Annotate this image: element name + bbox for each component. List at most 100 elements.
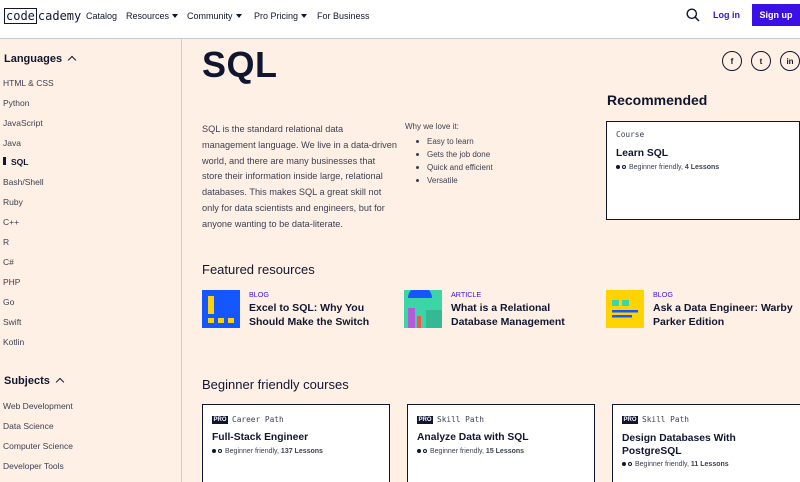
resource-link-data-engineer[interactable]: Ask a Data Engineer: Warby Parker Edition [653, 302, 793, 329]
resource-link-relational-database[interactable]: What is a Relational Database Management [451, 302, 565, 329]
card-title-line: PostgreSQL [622, 446, 682, 457]
sidebar-item-bash-shell[interactable]: Bash/Shell [3, 177, 44, 187]
sidebar-item-python[interactable]: Python [3, 98, 29, 108]
sidebar-item-swift[interactable]: Swift [3, 317, 21, 327]
sidebar-item-web-development[interactable]: Web Development [3, 401, 73, 411]
nav-for-business[interactable]: For Business [317, 11, 370, 21]
card-tag-label: Skill Path [437, 415, 484, 424]
sidebar-item-javascript[interactable]: JavaScript [3, 118, 43, 128]
sidebar-item-sql[interactable]: SQL [11, 157, 28, 167]
card-tag: Course [616, 130, 645, 139]
difficulty-empty-dot-icon [628, 462, 632, 466]
sidebar-item-data-science[interactable]: Data Science [3, 421, 54, 431]
beginner-courses-heading: Beginner friendly courses [202, 377, 349, 392]
resource-kind: BLOG [653, 290, 673, 299]
top-navigation-bar: code cademy Catalog Resources Community … [0, 0, 800, 39]
sidebar-item-ruby[interactable]: Ruby [3, 197, 23, 207]
facebook-share-button[interactable]: f [722, 51, 742, 71]
linkedin-share-button[interactable]: in [780, 51, 800, 71]
facebook-icon: f [730, 56, 734, 66]
difficulty-filled-dot-icon [212, 449, 216, 453]
resource-kind: ARTICLE [451, 290, 482, 299]
why-heading: Why we love it: [405, 122, 459, 131]
nav-pro-pricing-label: Pro Pricing [254, 11, 299, 21]
card-level: Beginner friendly, [225, 448, 279, 455]
card-level: Beginner friendly, [635, 461, 689, 468]
signup-button[interactable]: Sign up [752, 4, 800, 26]
why-item: Easy to learn [405, 135, 493, 148]
card-lessons: 11 Lessons [690, 461, 729, 468]
featured-resources-heading: Featured resources [202, 262, 315, 277]
twitter-icon: t [759, 56, 763, 66]
card-title: Design Databases With PostgreSQL [622, 432, 736, 458]
difficulty-filled-dot-icon [616, 165, 620, 169]
recommended-heading: Recommended [607, 92, 708, 108]
nav-pro-pricing[interactable]: Pro Pricing [254, 11, 308, 21]
pro-badge: PRO [212, 416, 229, 424]
codecademy-logo[interactable]: code cademy [4, 8, 82, 24]
pro-badge: PRO [417, 416, 434, 424]
resource-title-line: Parker Edition [653, 315, 725, 328]
difficulty-filled-dot-icon [622, 462, 626, 466]
logo-cademy-text: cademy [37, 9, 82, 23]
data-engineer-thumbnail[interactable] [606, 290, 644, 328]
languages-toggle[interactable]: Languages [4, 53, 77, 65]
nav-catalog[interactable]: Catalog [86, 11, 117, 21]
card-meta: Beginner friendly, 4 Lessons [616, 164, 719, 171]
subjects-heading: Subjects [4, 375, 50, 387]
card-meta: Beginner friendly, 137 Lessons [212, 448, 323, 455]
why-item: Quick and efficient [405, 161, 493, 174]
sidebar-item-html-css[interactable]: HTML & CSS [3, 78, 54, 88]
resource-title-line: Database Management [451, 315, 565, 328]
nav-community-label: Community [187, 11, 233, 21]
excel-to-sql-thumbnail[interactable] [202, 290, 240, 328]
card-tag: PRO Skill Path [417, 415, 484, 424]
language-description: SQL is the standard relational data mana… [202, 124, 397, 229]
recommended-course-card[interactable]: Course Learn SQL Beginner friendly, 4 Le… [606, 121, 800, 220]
card-meta: Beginner friendly, 15 Lessons [417, 448, 524, 455]
search-icon[interactable] [686, 8, 700, 22]
twitter-share-button[interactable]: t [751, 51, 771, 71]
nav-community[interactable]: Community [187, 11, 242, 21]
sidebar-item-developer-tools[interactable]: Developer Tools [3, 461, 64, 471]
sidebar-item-kotlin[interactable]: Kotlin [3, 337, 24, 347]
difficulty-filled-dot-icon [417, 449, 421, 453]
nav-resources[interactable]: Resources [126, 11, 179, 21]
sidebar-item-java[interactable]: Java [3, 138, 21, 148]
why-item: Versatile [405, 174, 493, 187]
card-meta: Beginner friendly, 11 Lessons [622, 461, 729, 468]
resource-title-line: Excel to SQL: Why You [249, 302, 365, 314]
card-title-line: Design Databases With [622, 433, 736, 444]
login-link[interactable]: Log in [713, 10, 740, 20]
subjects-toggle[interactable]: Subjects [4, 375, 65, 387]
sidebar-item-cpp[interactable]: C++ [3, 217, 19, 227]
sidebar-item-go[interactable]: Go [3, 297, 14, 307]
card-lessons: 137 Lessons [280, 448, 323, 455]
chevron-up-icon [67, 55, 77, 65]
card-tag: PRO Career Path [212, 415, 284, 424]
card-tag-label: Skill Path [642, 415, 689, 424]
relational-database-thumbnail[interactable] [404, 290, 442, 328]
sidebar-item-csharp[interactable]: C# [3, 257, 14, 267]
course-card-full-stack-engineer[interactable]: PRO Career Path Full-Stack Engineer Begin… [202, 404, 390, 482]
sidebar-item-php[interactable]: PHP [3, 277, 20, 287]
why-we-love-it: Why we love it: Easy to learn Gets the j… [405, 122, 493, 187]
resource-title-line: Should Make the Switch [249, 315, 370, 328]
chevron-down-icon [301, 14, 308, 18]
card-title: Analyze Data with SQL [417, 432, 529, 443]
chevron-up-icon [55, 377, 65, 387]
card-tag-label: Career Path [232, 415, 284, 424]
course-card-analyze-data-with-sql[interactable]: PRO Skill Path Analyze Data with SQL Begi… [407, 404, 595, 482]
sidebar: Languages HTML & CSS Python JavaScript J… [0, 39, 182, 482]
logo-code-box: code [4, 8, 37, 24]
card-title: Learn SQL [616, 148, 669, 159]
chevron-down-icon [172, 14, 179, 18]
course-card-design-databases-postgresql[interactable]: PRO Skill Path Design Databases With Postg… [612, 404, 800, 482]
resource-link-excel-to-sql[interactable]: Excel to SQL: Why You Should Make the Swi… [249, 302, 369, 329]
card-title: Full-Stack Engineer [212, 432, 309, 443]
sidebar-item-r[interactable]: R [3, 237, 9, 247]
card-level: Beginner friendly, [629, 164, 683, 171]
sidebar-item-computer-science[interactable]: Computer Science [3, 441, 73, 451]
difficulty-empty-dot-icon [622, 165, 626, 169]
pro-badge: PRO [622, 416, 639, 424]
